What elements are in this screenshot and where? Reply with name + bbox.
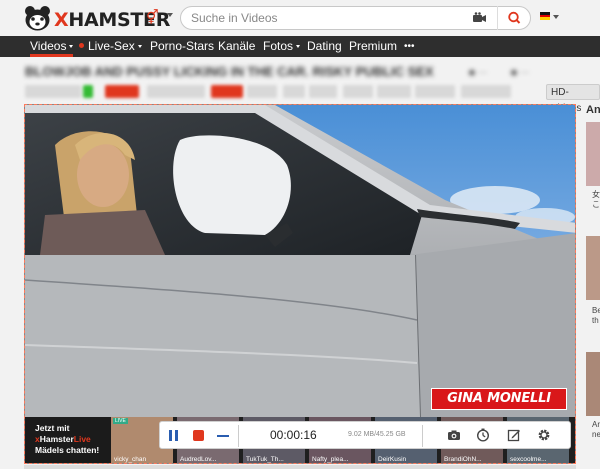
tag[interactable] <box>415 85 455 98</box>
tag[interactable] <box>343 85 373 98</box>
tag[interactable] <box>461 85 511 98</box>
nav-item-kanaele[interactable]: Kanäle <box>218 36 255 57</box>
nav-item-fotos[interactable]: Fotos <box>263 36 301 57</box>
german-flag-icon[interactable] <box>540 12 550 20</box>
timer-icon[interactable] <box>476 428 490 442</box>
recorder-controls: 00:00:16 9.02 MB/45.25 GB <box>159 421 571 449</box>
promo-text: Jetzt mit xHamsterLive Mädels chatten! <box>35 423 100 455</box>
cam-model-name: AudredLov... <box>180 456 217 463</box>
tag[interactable] <box>147 85 205 98</box>
tag[interactable] <box>105 85 139 98</box>
view-count: ◉ ··· <box>468 67 488 77</box>
recording-file-size: 9.02 MB/45.25 GB <box>348 431 406 438</box>
hamster-logo-icon <box>25 6 50 31</box>
cam-model-name: DeirKusin <box>378 456 407 463</box>
pause-icon <box>175 430 178 441</box>
related-title[interactable]: Be th <box>592 306 600 326</box>
gear-icon[interactable] <box>537 428 551 442</box>
tag-hd-videos[interactable]: HD-Videos <box>546 84 600 114</box>
tag[interactable] <box>283 85 305 98</box>
divider <box>422 425 423 447</box>
live-chat-promo[interactable]: Jetzt mit xHamsterLive Mädels chatten! <box>25 417 111 463</box>
chevron-down-icon[interactable] <box>553 15 559 19</box>
nav-item-videos[interactable]: Videos <box>30 36 74 57</box>
nav-item-dating[interactable]: Dating <box>307 36 342 57</box>
tag[interactable] <box>25 85 81 98</box>
divider <box>238 425 239 447</box>
video-frame <box>25 105 575 417</box>
gender-icon[interactable]: ⚥ <box>146 9 159 26</box>
minimize-button[interactable] <box>217 435 229 437</box>
main-nav: Videos Live-Sex Porno-Stars Kanäle Fotos… <box>0 36 600 57</box>
search-button[interactable] <box>497 6 531 30</box>
cam-model-name: TukTuk_Th... <box>246 456 284 463</box>
search-input[interactable] <box>191 10 461 26</box>
chevron-down-icon <box>69 45 74 49</box>
cam-model-name: BrandiOhN... <box>444 456 482 463</box>
edit-icon[interactable] <box>507 428 521 442</box>
video-player[interactable]: GINA MONELLI Jetzt mit xHamsterLive Mäde… <box>24 104 576 464</box>
related-thumbnail[interactable] <box>586 352 600 416</box>
nav-item-premium[interactable]: Premium <box>349 36 397 57</box>
nav-item-porno-stars[interactable]: Porno-Stars <box>150 36 214 57</box>
pause-icon <box>169 430 172 441</box>
cam-model-name: vicky_chan <box>114 456 147 463</box>
video-title: BLOWJOB AND PUSSY LICKING IN THE CAR. RI… <box>25 64 434 79</box>
rating: ◉ ··· <box>510 67 530 77</box>
tag[interactable] <box>211 85 243 98</box>
video-camera-filter-icon[interactable] <box>473 12 487 24</box>
search-box <box>180 6 531 30</box>
chevron-down-icon[interactable] <box>167 13 173 17</box>
chevron-down-icon <box>296 45 301 49</box>
related-title[interactable]: 女こ <box>592 190 600 210</box>
cam-model-name: Nafty_plea... <box>312 456 349 463</box>
site-logo[interactable]: XHAMSTER <box>24 5 170 31</box>
studio-watermark: GINA MONELLI <box>431 388 567 410</box>
tag[interactable] <box>247 85 277 98</box>
site-header: XHAMSTER ⚥ <box>0 0 600 36</box>
tag[interactable] <box>309 85 337 98</box>
related-title[interactable]: Ar ne <box>592 420 600 440</box>
related-thumbnail[interactable] <box>586 122 600 186</box>
related-heading: An <box>586 104 600 116</box>
cam-model-name: sexcoolme... <box>510 456 547 463</box>
chevron-down-icon <box>137 45 142 49</box>
related-thumbnail[interactable] <box>586 236 600 300</box>
tag[interactable] <box>83 85 93 98</box>
pause-recording-button[interactable] <box>168 430 178 441</box>
below-player-bar <box>24 465 576 469</box>
tag[interactable] <box>377 85 411 98</box>
nav-item-live-sex[interactable]: Live-Sex <box>79 36 142 57</box>
live-badge: LIVE <box>113 418 128 424</box>
screen-recorder-bar: Jetzt mit xHamsterLive Mädels chatten! L… <box>25 417 575 463</box>
camera-icon[interactable] <box>447 428 461 442</box>
stop-recording-button[interactable] <box>193 430 204 441</box>
search-icon <box>508 11 521 24</box>
live-dot-icon <box>79 43 84 49</box>
nav-more-button[interactable]: ••• <box>404 36 415 57</box>
recording-timer: 00:00:16 <box>270 428 317 442</box>
